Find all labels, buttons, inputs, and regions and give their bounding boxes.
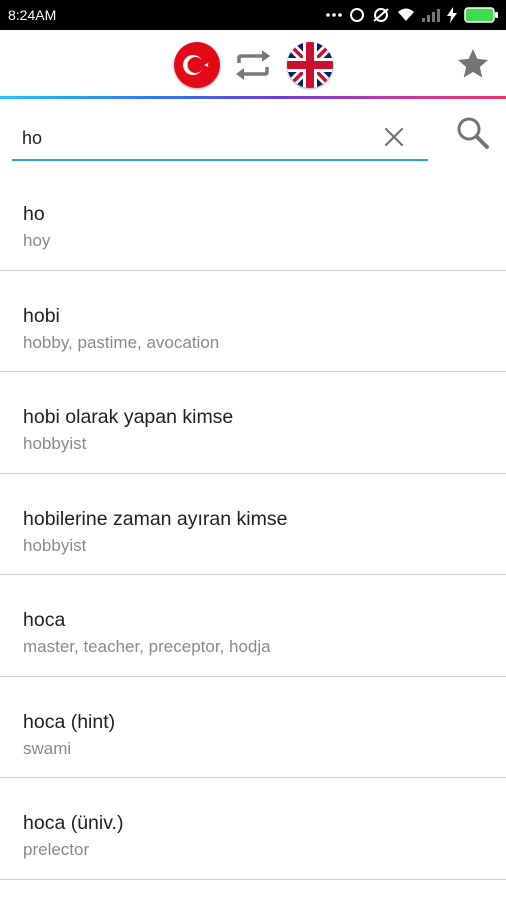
- list-item[interactable]: hobi olarak yapan kimse hobbyist: [0, 372, 506, 474]
- list-item[interactable]: hobilerine zaman ayıran kimse hobbyist: [0, 474, 506, 575]
- header-toolbar: [0, 30, 506, 98]
- search-icon[interactable]: [455, 115, 491, 151]
- status-time: 8:24AM: [8, 7, 57, 23]
- result-term: hoca (üniv.): [23, 812, 124, 834]
- ring-icon: [350, 8, 364, 22]
- result-translation: master, teacher, preceptor, hodja: [23, 637, 271, 656]
- list-item[interactable]: hoca (hint) swami: [0, 677, 506, 778]
- result-translation: hobbyist: [23, 535, 87, 555]
- signal-icon: [422, 9, 440, 22]
- star-icon[interactable]: [454, 46, 492, 82]
- status-icons: [326, 4, 498, 26]
- charging-icon: [447, 7, 457, 23]
- result-translation: hobbyist: [23, 434, 87, 453]
- result-term: hoca: [23, 609, 66, 631]
- result-translation: swami: [23, 738, 72, 758]
- list-item[interactable]: hobi hobby, pastime, avocation: [0, 271, 506, 372]
- result-term: hoca (hint): [23, 710, 116, 733]
- sync-off-icon: [373, 8, 389, 22]
- list-item[interactable]: hoca (üniv.) prelector: [0, 778, 506, 880]
- status-bar: 8:24AM: [0, 0, 506, 30]
- search-bar: [0, 99, 506, 169]
- uk-flag-icon[interactable]: [287, 42, 333, 88]
- result-term: hobi: [23, 304, 60, 327]
- turkey-flag-icon[interactable]: [174, 42, 220, 88]
- search-input[interactable]: [12, 117, 428, 161]
- battery-icon: [464, 7, 498, 23]
- list-item[interactable]: ho hoy: [0, 169, 506, 271]
- more-dots-icon: [326, 13, 342, 17]
- result-term: hobi olarak yapan kimse: [23, 406, 234, 428]
- list-item[interactable]: hoca master, teacher, preceptor, hodja: [0, 575, 506, 677]
- result-term: hobilerine zaman ayıran kimse: [23, 507, 288, 530]
- wifi-icon: [398, 8, 414, 21]
- close-icon[interactable]: [382, 125, 406, 149]
- result-translation: hobby, pastime, avocation: [23, 332, 220, 352]
- result-term: ho: [23, 203, 45, 225]
- results-list: ho hoy hobi hobby, pastime, avocation ho…: [0, 169, 506, 880]
- swap-arrows-icon[interactable]: [233, 48, 273, 82]
- result-translation: prelector: [23, 840, 90, 859]
- result-translation: hoy: [23, 231, 51, 250]
